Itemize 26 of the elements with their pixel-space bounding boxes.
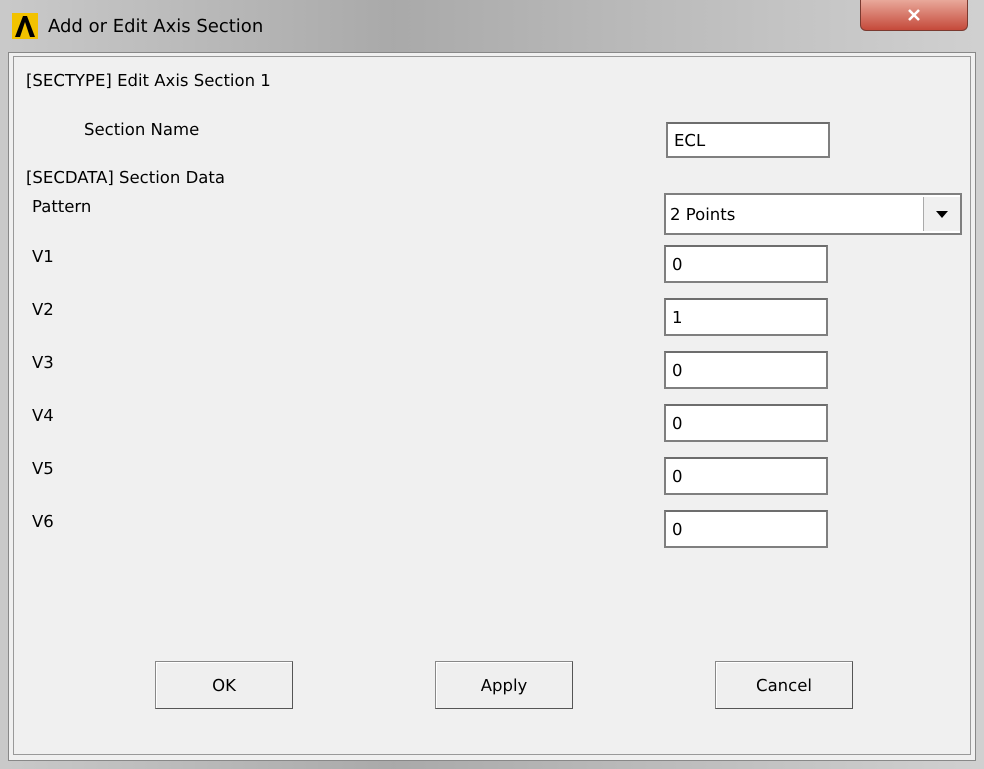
value-field[interactable]: 0 [664,245,828,283]
value-field[interactable]: 0 [664,351,828,389]
close-icon [907,9,921,21]
sectype-heading: [SECTYPE] Edit Axis Section 1 [26,71,271,90]
field-label: V2 [32,300,54,318]
dialog-button[interactable]: OK [155,661,293,709]
value-field[interactable]: 0 [664,457,828,495]
value-field[interactable]: 1 [664,298,828,336]
field-label: V5 [32,458,54,478]
dialog-button[interactable]: Apply [435,661,573,709]
value-field[interactable]: 0 [664,510,828,548]
field-label: Section Name [84,120,200,138]
section-name-field[interactable]: ECL [666,122,830,158]
field-label: Pattern [32,196,92,216]
secdata-heading: [SECDATA] Section Data [26,168,225,187]
field-label: V6 [32,512,54,530]
close-button[interactable] [860,0,968,31]
caret-icon [936,210,948,218]
dialog-button[interactable]: Cancel [715,661,853,709]
value-field[interactable]: 0 [664,404,828,442]
field-label: V4 [32,406,54,424]
field-label: V1 [32,246,54,266]
window-title: Add or Edit Axis Section [48,16,264,36]
field-label: V3 [32,352,54,372]
pattern-dropdown[interactable]: 2 Points [664,193,962,235]
app-logo-icon [12,13,38,39]
